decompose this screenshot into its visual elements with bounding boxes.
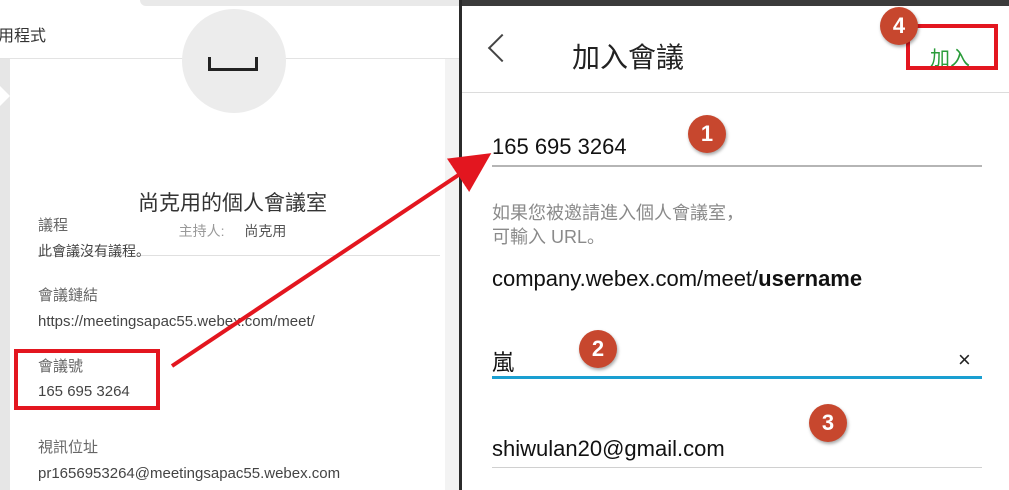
agenda-label: 議程 [38, 217, 69, 234]
host-name: 尚克用 [244, 223, 287, 239]
meeting-link-value[interactable]: https://meetingsapac55.webex.com/meet/ [38, 313, 315, 330]
highlight-box-meeting-number [14, 349, 160, 410]
hint-line-2: 可輸入 URL。 [492, 227, 606, 247]
agenda-value: 此會議沒有議程。 [38, 243, 150, 259]
url-prefix: company.webex.com/meet/ [492, 266, 759, 291]
meeting-number-underline [492, 165, 982, 167]
name-input[interactable]: 嵐 [492, 345, 514, 377]
card-pointer [0, 86, 10, 106]
highlight-box-join [906, 24, 998, 70]
email-input[interactable]: shiwulan20@gmail.com [492, 436, 725, 462]
step-badge-3: 3 [809, 404, 847, 442]
step-badge-1: 1 [688, 115, 726, 153]
step-badge-2: 2 [579, 330, 617, 368]
email-input-underline [492, 467, 982, 468]
top-strip [140, 0, 462, 6]
scrollbar-track[interactable] [0, 59, 10, 490]
meeting-link-label: 會議鏈結 [38, 287, 99, 304]
hint-text: 如果您被邀請進入個人會議室， 可輸入 URL。 [492, 201, 744, 249]
name-input-underline [492, 376, 982, 379]
join-meeting-panel: 加入會議 加入 165 695 3264 如果您被邀請進入個人會議室， 可輸入 … [462, 0, 1009, 490]
room-icon [208, 57, 258, 71]
url-username: username [758, 266, 863, 291]
avatar [182, 9, 286, 113]
chevron-left-icon[interactable] [487, 33, 517, 63]
meeting-number-input[interactable]: 165 695 3264 [492, 134, 627, 160]
host-label: 主持人: [178, 223, 225, 239]
video-address-label: 視訊位址 [38, 439, 99, 456]
app-title: 用程式 [0, 28, 47, 45]
hint-line-1: 如果您被邀請進入個人會議室， [492, 203, 744, 223]
meeting-card: 尚克用的個人會議室 主持人: 尚克用 [10, 9, 445, 490]
step-badge-4: 4 [880, 7, 918, 45]
close-icon[interactable]: × [958, 347, 971, 373]
meeting-info-panel: 用程式 尚克用的個人會議室 主持人: 尚克用 議程 此會議沒有議程。 會議鏈結 … [0, 0, 462, 490]
room-title: 尚克用的個人會議室 [138, 192, 327, 215]
url-example: company.webex.com/meet/username [492, 266, 862, 292]
page-title: 加入會議 [572, 42, 685, 73]
video-address-value: pr1656953264@meetingsapac55.webex.com [38, 465, 341, 482]
host-line: 主持人: 尚克用 [10, 221, 455, 241]
